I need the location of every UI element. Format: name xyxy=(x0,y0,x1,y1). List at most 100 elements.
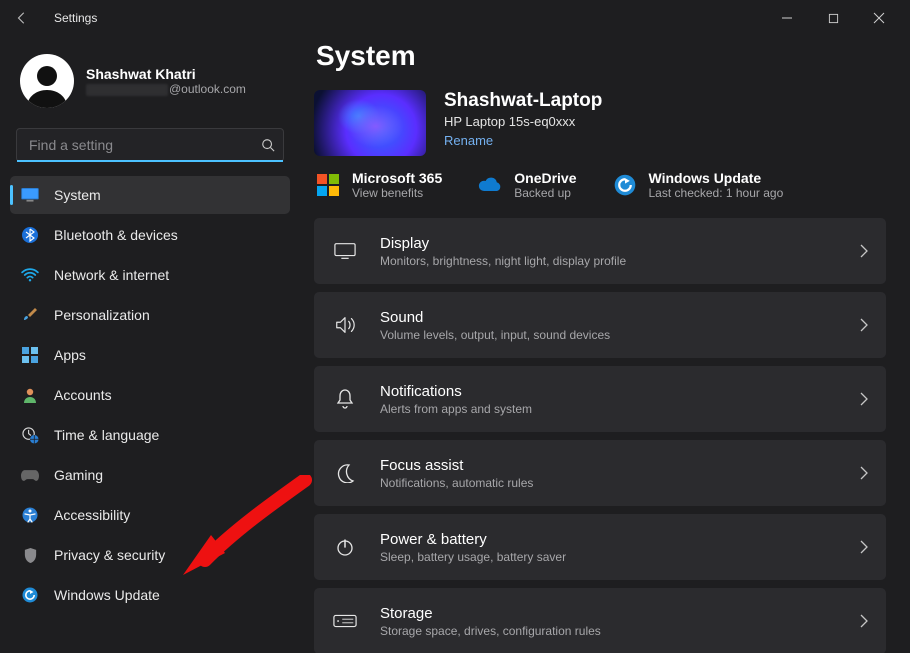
tile-sub: Backed up xyxy=(514,186,576,200)
display-icon xyxy=(332,242,358,260)
sidebar-item-windows-update[interactable]: Windows Update xyxy=(10,576,290,614)
tile-microsoft-365[interactable]: Microsoft 365 View benefits xyxy=(316,170,442,200)
tile-title: Windows Update xyxy=(649,170,784,186)
tile-onedrive[interactable]: OneDrive Backed up xyxy=(478,170,576,200)
sidebar-item-privacy-security[interactable]: Privacy & security xyxy=(10,536,290,574)
sidebar-item-label: Network & internet xyxy=(54,267,169,283)
item-sound[interactable]: Sound Volume levels, output, input, soun… xyxy=(314,292,886,358)
tile-windows-update[interactable]: Windows Update Last checked: 1 hour ago xyxy=(613,170,784,200)
item-power-battery[interactable]: Power & battery Sleep, battery usage, ba… xyxy=(314,514,886,580)
item-title: Sound xyxy=(380,309,610,326)
item-title: Focus assist xyxy=(380,457,533,474)
tile-title: OneDrive xyxy=(514,170,576,186)
sidebar-item-label: System xyxy=(54,187,101,203)
item-sub: Monitors, brightness, night light, displ… xyxy=(380,254,626,268)
close-button[interactable] xyxy=(856,2,902,34)
profile-block[interactable]: Shashwat Khatri @outlook.com xyxy=(10,48,290,118)
nav-list: System Bluetooth & devices Network & int… xyxy=(10,176,290,614)
main-content: System Shashwat-Laptop HP Laptop 15s-eq0… xyxy=(300,36,910,653)
power-icon xyxy=(332,537,358,557)
window-title: Settings xyxy=(54,11,97,25)
device-wallpaper-thumb xyxy=(314,90,426,156)
onedrive-icon xyxy=(478,173,502,197)
sidebar-item-gaming[interactable]: Gaming xyxy=(10,456,290,494)
status-tiles: Microsoft 365 View benefits OneDrive Bac… xyxy=(316,170,886,200)
bell-icon xyxy=(332,388,358,410)
tile-sub: Last checked: 1 hour ago xyxy=(649,186,784,200)
sidebar-item-label: Privacy & security xyxy=(54,547,165,563)
tile-title: Microsoft 365 xyxy=(352,170,442,186)
item-sub: Alerts from apps and system xyxy=(380,402,532,416)
chevron-right-icon xyxy=(860,318,868,332)
item-storage[interactable]: Storage Storage space, drives, configura… xyxy=(314,588,886,653)
sidebar-item-apps[interactable]: Apps xyxy=(10,336,290,374)
sidebar-item-label: Time & language xyxy=(54,427,159,443)
wifi-icon xyxy=(20,265,40,285)
storage-icon xyxy=(332,614,358,628)
item-title: Power & battery xyxy=(380,531,566,548)
titlebar: Settings xyxy=(0,0,910,36)
item-notifications[interactable]: Notifications Alerts from apps and syste… xyxy=(314,366,886,432)
item-title: Notifications xyxy=(380,383,532,400)
profile-name: Shashwat Khatri xyxy=(86,66,246,82)
chevron-right-icon xyxy=(860,244,868,258)
item-sub: Storage space, drives, configuration rul… xyxy=(380,624,601,638)
sidebar-item-accounts[interactable]: Accounts xyxy=(10,376,290,414)
rename-link[interactable]: Rename xyxy=(444,133,602,148)
chevron-right-icon xyxy=(860,614,868,628)
sidebar-item-accessibility[interactable]: Accessibility xyxy=(10,496,290,534)
sidebar-item-label: Personalization xyxy=(54,307,150,323)
paintbrush-icon xyxy=(20,305,40,325)
sidebar-item-label: Apps xyxy=(54,347,86,363)
chevron-right-icon xyxy=(860,540,868,554)
sidebar-item-label: Accessibility xyxy=(54,507,130,523)
device-model: HP Laptop 15s-eq0xxx xyxy=(444,114,602,129)
item-focus-assist[interactable]: Focus assist Notifications, automatic ru… xyxy=(314,440,886,506)
back-button[interactable] xyxy=(8,11,36,25)
search-box[interactable] xyxy=(16,128,284,162)
item-sub: Notifications, automatic rules xyxy=(380,476,533,490)
sidebar-item-bluetooth[interactable]: Bluetooth & devices xyxy=(10,216,290,254)
item-sub: Sleep, battery usage, battery saver xyxy=(380,550,566,564)
clock-globe-icon xyxy=(20,425,40,445)
minimize-button[interactable] xyxy=(764,2,810,34)
sidebar: Shashwat Khatri @outlook.com System xyxy=(0,36,300,653)
device-hero: Shashwat-Laptop HP Laptop 15s-eq0xxx Ren… xyxy=(314,90,886,156)
redacted-text xyxy=(86,84,168,96)
sidebar-item-personalization[interactable]: Personalization xyxy=(10,296,290,334)
chevron-right-icon xyxy=(860,392,868,406)
sidebar-item-system[interactable]: System xyxy=(10,176,290,214)
system-icon xyxy=(20,185,40,205)
sidebar-item-network[interactable]: Network & internet xyxy=(10,256,290,294)
person-icon xyxy=(20,385,40,405)
page-title: System xyxy=(316,40,886,72)
sidebar-item-label: Bluetooth & devices xyxy=(54,227,178,243)
bluetooth-icon xyxy=(20,225,40,245)
sound-icon xyxy=(332,315,358,335)
device-name: Shashwat-Laptop xyxy=(444,90,602,112)
sidebar-item-label: Accounts xyxy=(54,387,112,403)
apps-icon xyxy=(20,345,40,365)
update-icon xyxy=(613,173,637,197)
settings-list: Display Monitors, brightness, night ligh… xyxy=(314,218,886,653)
item-title: Storage xyxy=(380,605,601,622)
item-display[interactable]: Display Monitors, brightness, night ligh… xyxy=(314,218,886,284)
shield-icon xyxy=(20,545,40,565)
sidebar-item-label: Windows Update xyxy=(54,587,160,603)
update-icon xyxy=(20,585,40,605)
moon-icon xyxy=(332,463,358,483)
m365-icon xyxy=(316,173,340,197)
sidebar-item-label: Gaming xyxy=(54,467,103,483)
avatar xyxy=(20,54,74,108)
sidebar-item-time-language[interactable]: Time & language xyxy=(10,416,290,454)
search-input[interactable] xyxy=(27,136,261,154)
item-sub: Volume levels, output, input, sound devi… xyxy=(380,328,610,342)
gamepad-icon xyxy=(20,465,40,485)
profile-email: @outlook.com xyxy=(86,82,246,96)
accessibility-icon xyxy=(20,505,40,525)
maximize-button[interactable] xyxy=(810,2,856,34)
item-title: Display xyxy=(380,235,626,252)
chevron-right-icon xyxy=(860,466,868,480)
search-icon xyxy=(261,138,275,152)
tile-sub: View benefits xyxy=(352,186,442,200)
